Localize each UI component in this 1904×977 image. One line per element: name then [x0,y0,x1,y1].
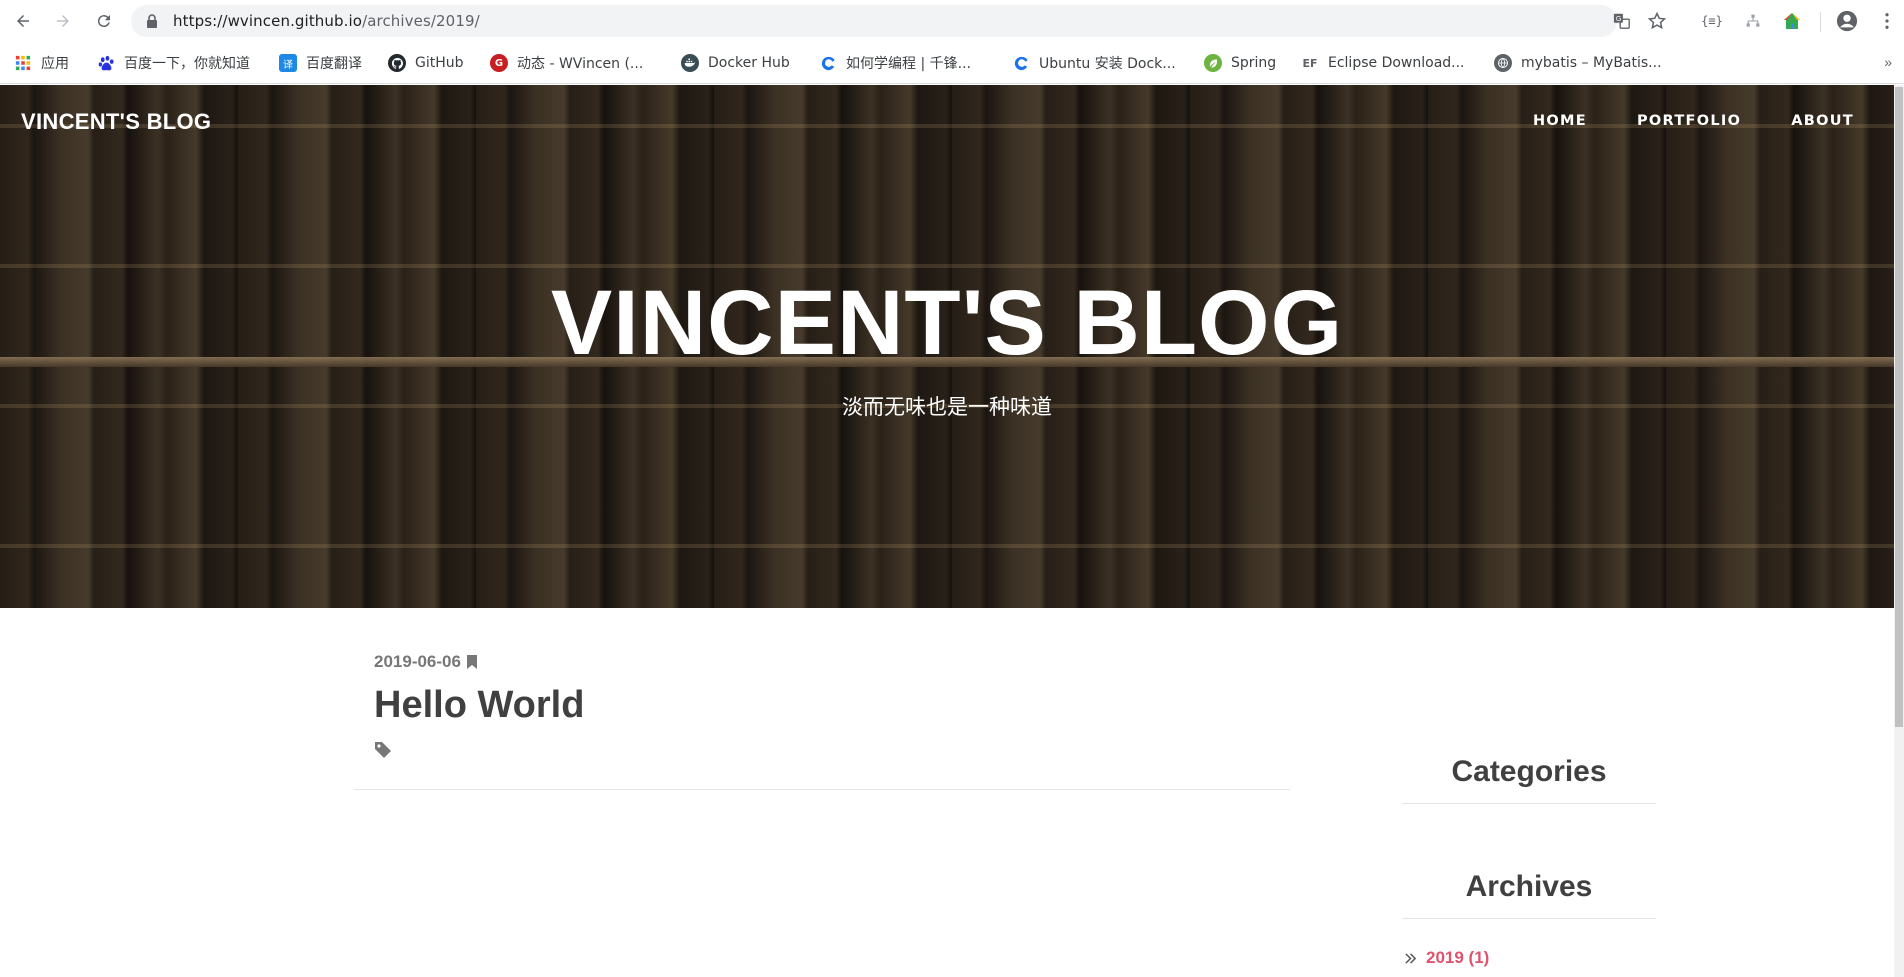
arrow-left-icon [17,15,29,27]
archives-divider [1402,918,1656,919]
bookmark-label: Ubuntu 安装 Dock... [1039,56,1176,72]
bookmark-label: mybatis – MyBatis... [1521,55,1662,71]
bookmark-qfeng-1[interactable]: 如何学编程 | 千锋... [819,50,971,76]
arrow-right-icon [57,15,69,27]
bookmark-label: Spring [1231,55,1277,71]
bookmark-label: Docker Hub [708,55,790,71]
bookmark-label: 动态 - WVincen (... [517,56,644,72]
categories-divider [1402,803,1656,804]
menu-kebab-icon[interactable] [1876,10,1898,32]
sidebar-archives: Archives [1402,870,1656,919]
archive-post-entry: 2019-06-06 Hello World [374,652,1296,761]
bookmark-apps[interactable]: 应用 [14,50,69,76]
scrollbar-thumb[interactable] [1895,87,1903,727]
github-icon [388,54,406,72]
toolbar-divider [1820,12,1821,32]
browser-toolbar: https://wvincen.github.io/archives/2019/… [0,0,1904,42]
spring-leaf-icon [1204,54,1222,72]
url-text: https://wvincen.github.io/archives/2019/ [173,12,480,30]
sidebar-categories: Categories [1402,755,1656,804]
bookmark-label: 百度翻译 [306,56,362,72]
page-viewport: VINCENT'S BLOG HOME PORTFOLIO ABOUT VINC… [0,85,1904,977]
bookmark-docker-hub[interactable]: Docker Hub [681,50,790,76]
lock-icon [147,14,157,28]
nav-portfolio-link[interactable]: PORTFOLIO [1637,113,1741,129]
qfeng-icon [1012,54,1030,72]
archive-item-2019[interactable]: 2019 (1) [1404,948,1489,968]
hero-title: VINCENT'S BLOG [550,272,1344,374]
bookmark-icon [466,655,477,669]
hero-subtitle: 淡而无味也是一种味道 [842,395,1052,419]
address-bar[interactable]: https://wvincen.github.io/archives/2019/… [131,5,1667,37]
post-date-text: 2019-06-06 [374,652,461,671]
url-path: /archives/2019/ [362,12,480,30]
post-title-link[interactable]: Hello World [374,684,1296,727]
post-tags [374,741,1296,761]
forward-button[interactable] [48,6,78,36]
bookmark-spring[interactable]: Spring [1204,50,1276,76]
translate-icon[interactable]: G [1612,11,1632,31]
top-navigation: HOME PORTFOLIO ABOUT [1533,113,1854,129]
bookmark-label: GitHub [415,55,464,71]
bookmarks-bar: 应用 百度一下，你就知道 译 百度翻译 GitHub G 动态 - WVince… [0,42,1904,84]
archive-link-2019[interactable]: 2019 (1) [1426,948,1489,968]
bookmark-eclipse[interactable]: EF Eclipse Download... [1301,50,1465,76]
bookmark-github[interactable]: GitHub [388,50,464,76]
tag-icon [375,742,391,758]
eclipse-ef-icon: EF [1302,56,1318,70]
bookmark-gitee[interactable]: G 动态 - WVincen (... [490,50,643,76]
archives-heading: Archives [1465,870,1593,903]
baidu-translate-icon: 译 [279,54,297,72]
reload-icon [97,15,110,28]
bookmark-label: 百度一下，你就知道 [124,56,250,72]
page-scrollbar[interactable] [1894,85,1904,977]
json-extension-icon[interactable]: {≡} [1701,10,1723,32]
bookmark-mybatis[interactable]: mybatis – MyBatis... [1494,50,1662,76]
post-divider [354,789,1290,790]
reload-button[interactable] [89,6,119,36]
categories-heading: Categories [1451,755,1607,788]
star-icon[interactable] [1647,11,1667,31]
back-button[interactable] [8,6,38,36]
qfeng-icon [819,54,837,72]
baidu-paw-icon [97,54,115,72]
site-logo-link[interactable]: VINCENT'S BLOG [21,109,211,135]
svg-text:G: G [1616,14,1622,23]
post-date: 2019-06-06 [374,652,1296,672]
profile-avatar-icon[interactable] [1836,10,1858,32]
nav-about-link[interactable]: ABOUT [1791,113,1854,129]
bookmark-label: 如何学编程 | 千锋... [846,56,971,72]
double-chevron-right-icon [1405,952,1417,964]
bookmarks-overflow-button[interactable]: » [1884,54,1892,70]
bookmark-qfeng-2[interactable]: Ubuntu 安装 Dock... [1012,50,1176,76]
url-host: https://wvincen.github.io [173,12,363,30]
gitee-icon: G [490,54,508,72]
bookmark-baidu-translate[interactable]: 译 百度翻译 [279,50,362,76]
nav-home-link[interactable]: HOME [1533,113,1587,129]
bookmark-label: Eclipse Download... [1328,55,1465,71]
sitemap-extension-icon[interactable] [1742,10,1764,32]
docker-icon [681,54,699,72]
bookmark-label: 应用 [41,56,69,72]
hero-banner: VINCENT'S BLOG HOME PORTFOLIO ABOUT VINC… [0,85,1894,608]
bookmark-baidu[interactable]: 百度一下，你就知道 [97,50,250,76]
globe-icon [1494,54,1512,72]
home-extension-icon[interactable] [1781,10,1803,32]
apps-grid-icon [14,54,32,72]
